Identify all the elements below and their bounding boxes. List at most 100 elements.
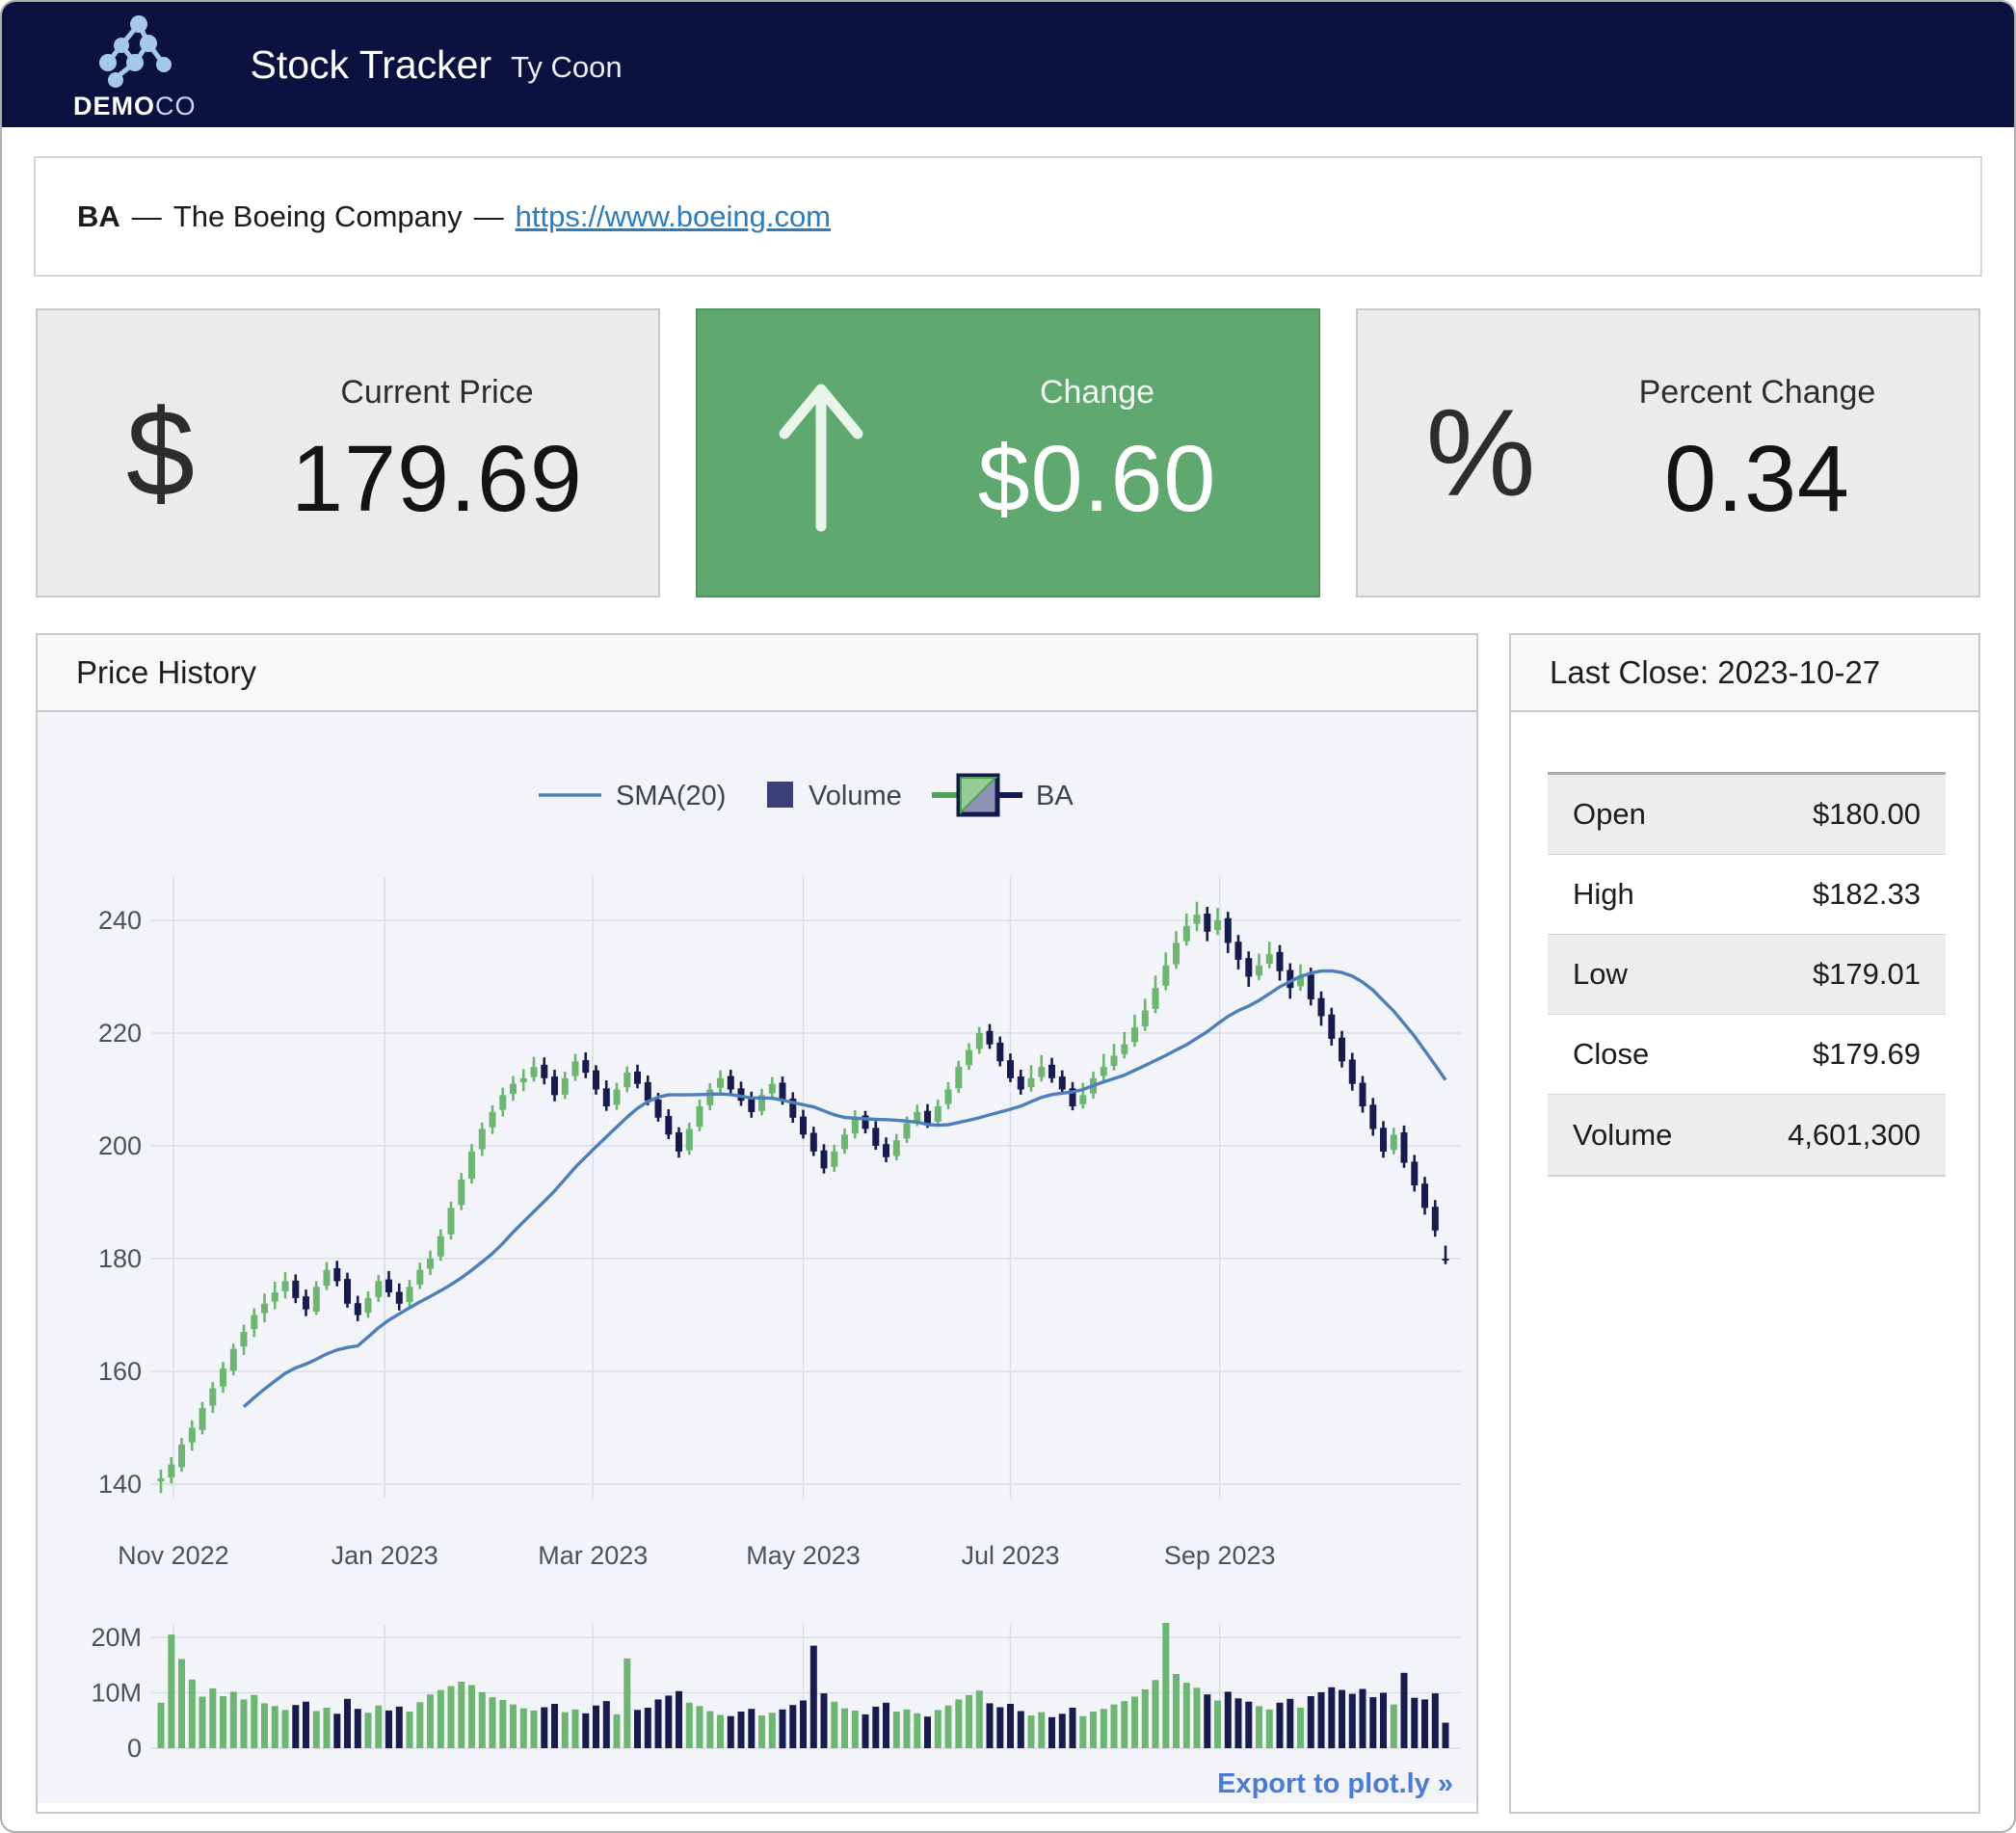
volume-bar	[241, 1699, 248, 1748]
volume-bar	[728, 1716, 734, 1748]
company-website-link[interactable]: https://www.boeing.com	[516, 199, 831, 234]
volume-bar	[1432, 1693, 1439, 1748]
dollar-icon: $	[126, 385, 195, 522]
change-card: Change $0.60	[696, 308, 1320, 598]
candle-body	[1204, 914, 1210, 932]
volume-bar	[1028, 1715, 1035, 1748]
candle-body	[1277, 952, 1284, 971]
logo-wordmark: DEMOCO	[73, 92, 197, 121]
last-close-header: Last Close: 2023-10-27	[1511, 635, 1978, 712]
volume-bar	[872, 1707, 879, 1748]
volume-bar	[333, 1713, 340, 1748]
candle-body	[1369, 1104, 1376, 1129]
candle-body	[333, 1268, 340, 1282]
candle-body	[893, 1140, 900, 1156]
candle-body	[935, 1106, 942, 1122]
candle-body	[189, 1428, 196, 1443]
volume-bar	[1183, 1683, 1190, 1748]
card-label: Change	[943, 374, 1251, 412]
volume-axis-label: 0	[127, 1734, 142, 1763]
x-axis-label: Jul 2023	[961, 1541, 1059, 1570]
volume-bar	[789, 1705, 796, 1748]
candle-body	[686, 1129, 693, 1150]
candle-body	[780, 1083, 786, 1102]
volume-bar	[1173, 1674, 1180, 1748]
volume-bar	[706, 1712, 713, 1749]
volume-bar	[407, 1712, 413, 1748]
volume-bar	[1297, 1708, 1304, 1748]
candle-body	[1380, 1128, 1387, 1152]
candle-body	[1225, 918, 1232, 943]
legend-sma-label[interactable]: SMA(20)	[616, 781, 726, 811]
candle-body	[168, 1465, 174, 1478]
volume-bar	[385, 1711, 392, 1748]
candle-body	[490, 1112, 496, 1128]
volume-bar	[168, 1634, 174, 1748]
volume-bar	[1401, 1673, 1408, 1748]
candle-body	[1183, 926, 1190, 942]
candle-body	[728, 1076, 734, 1090]
volume-bar	[1411, 1698, 1418, 1748]
volume-bar	[945, 1706, 952, 1748]
volume-bar	[261, 1703, 268, 1748]
volume-bar	[810, 1646, 817, 1748]
candle-body	[1018, 1076, 1024, 1090]
export-to-plotly-link[interactable]: Export to plot.ly »	[1217, 1768, 1453, 1800]
price-history-chart[interactable]: Nov 2022Jan 2023Mar 2023May 2023Jul 2023…	[38, 712, 1476, 1814]
page-subtitle: Ty Coon	[511, 50, 622, 85]
democo-logo: DEMOCO	[73, 14, 197, 121]
volume-bar	[427, 1694, 434, 1748]
volume-bar	[1245, 1702, 1252, 1748]
legend-volume-label[interactable]: Volume	[809, 781, 902, 811]
volume-bar	[1360, 1689, 1366, 1749]
candle-body	[1339, 1038, 1345, 1062]
volume-bar	[1018, 1712, 1024, 1749]
volume-bar	[1328, 1687, 1335, 1748]
volume-bar	[935, 1710, 942, 1748]
volume-bar	[831, 1702, 837, 1748]
volume-bar	[1214, 1701, 1221, 1749]
volume-bar	[562, 1713, 569, 1748]
row-label: Low	[1573, 957, 1628, 992]
volume-bar	[313, 1712, 320, 1749]
candle-body	[1256, 966, 1262, 976]
volume-bar	[603, 1701, 610, 1748]
volume-bar	[199, 1697, 206, 1749]
row-label: Volume	[1573, 1118, 1672, 1153]
volume-bar	[645, 1708, 651, 1748]
volume-bar	[1162, 1623, 1169, 1748]
volume-bar	[479, 1692, 486, 1748]
price-axis-label: 240	[98, 906, 142, 935]
candle-body	[261, 1304, 268, 1314]
last-close-row-low: Low$179.01	[1548, 935, 1946, 1015]
volume-bar	[976, 1690, 983, 1748]
x-axis-label: Sep 2023	[1164, 1541, 1276, 1570]
price-axis-label: 200	[98, 1131, 142, 1160]
row-value: $182.33	[1813, 877, 1921, 912]
candle-body	[645, 1082, 651, 1101]
candle-body	[655, 1100, 662, 1118]
candle-body	[1048, 1065, 1055, 1078]
logo-text-light: CO	[155, 92, 197, 120]
candle-body	[541, 1065, 547, 1078]
current-price-value: 179.69	[283, 425, 591, 533]
volume-bar	[468, 1686, 475, 1749]
candlestick-chart-svg[interactable]: Nov 2022Jan 2023Mar 2023May 2023Jul 2023…	[38, 712, 1476, 1814]
candle-body	[562, 1078, 569, 1095]
volume-bar	[541, 1708, 547, 1749]
x-axis-label: Jan 2023	[332, 1541, 438, 1570]
legend-volume-swatch-icon[interactable]	[767, 782, 793, 808]
volume-bar	[634, 1710, 641, 1748]
candle-body	[1059, 1076, 1066, 1090]
volume-bar	[531, 1711, 538, 1748]
candle-body	[1360, 1083, 1366, 1107]
legend-ba-label[interactable]: BA	[1036, 781, 1074, 811]
candle-body	[665, 1116, 672, 1134]
volume-bar	[355, 1709, 361, 1748]
volume-bar	[1277, 1703, 1284, 1748]
candle-body	[706, 1090, 713, 1105]
volume-bar	[282, 1710, 289, 1748]
volume-bar	[230, 1691, 237, 1748]
x-axis-label: Mar 2023	[538, 1541, 648, 1570]
volume-bar	[697, 1706, 703, 1748]
